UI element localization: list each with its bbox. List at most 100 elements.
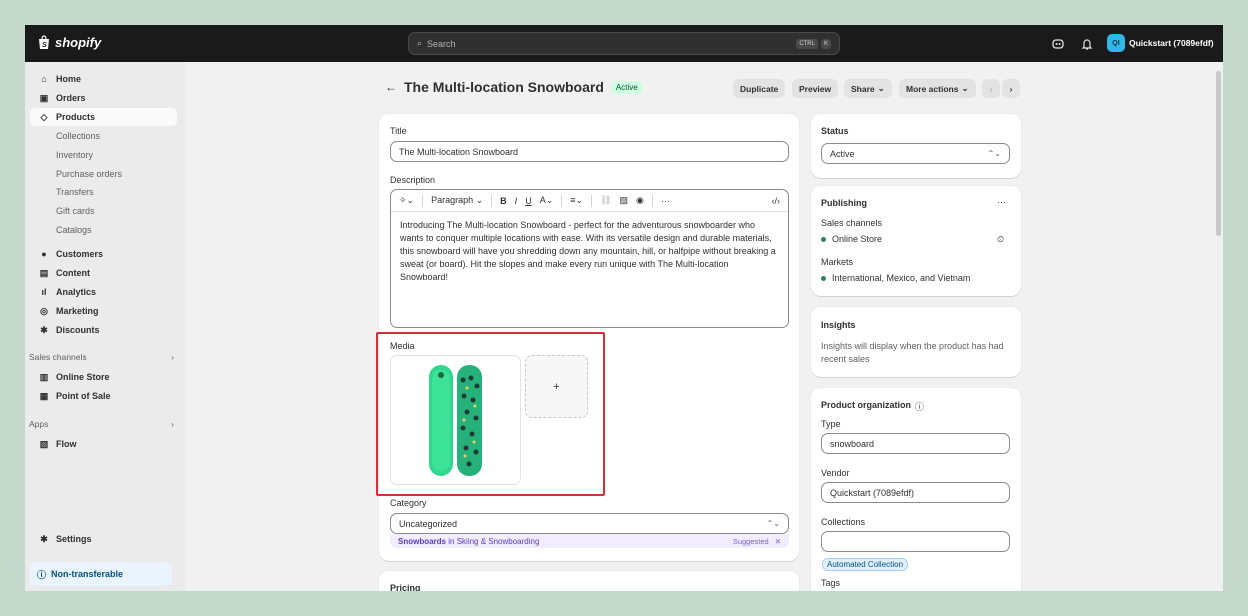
preview-button[interactable]: Preview xyxy=(792,79,839,98)
sidebar-item-collections[interactable]: Collections xyxy=(30,127,177,145)
apps-header[interactable]: Apps › xyxy=(29,419,174,429)
markets-label: Markets xyxy=(821,257,854,267)
pricing-label: Pricing xyxy=(390,583,421,591)
non-transferable-banner[interactable]: ⓘ Non-transferable xyxy=(30,562,172,586)
logo-text: shopify xyxy=(55,35,102,50)
insights-text: Insights will display when the product h… xyxy=(821,341,1004,364)
info-icon[interactable]: ⓘ xyxy=(915,400,924,413)
shopify-bag-icon: S xyxy=(39,35,49,49)
button-label: Share xyxy=(851,83,875,94)
more-icon[interactable]: ··· xyxy=(997,197,1006,207)
video-icon[interactable]: ◉ xyxy=(636,195,644,206)
next-product-button[interactable]: › xyxy=(1002,79,1020,98)
online-store-channel: Online Store xyxy=(821,234,882,244)
sidebar-item-customers[interactable]: ● Customers xyxy=(30,245,177,263)
code-icon[interactable]: ‹/› xyxy=(772,196,781,206)
collection-pill[interactable]: Automated Collection xyxy=(822,558,909,571)
sidekick-icon[interactable] xyxy=(1051,37,1065,51)
sidebar-item-inventory[interactable]: Inventory xyxy=(30,146,177,164)
sales-channels-header[interactable]: Sales channels › xyxy=(29,352,174,362)
sidebar-item-purchase-orders[interactable]: Purchase orders xyxy=(30,165,177,183)
paragraph-select[interactable]: Paragraph ⌄ xyxy=(431,195,483,206)
sidebar-item-label: Catalogs xyxy=(56,225,92,235)
align-icon[interactable]: ≡⌄ xyxy=(570,195,583,206)
italic-icon[interactable]: I xyxy=(515,196,518,206)
sidebar-item-label: Collections xyxy=(56,131,101,141)
sidebar-item-orders[interactable]: ▣ Orders xyxy=(30,89,177,107)
close-icon[interactable]: ✕ xyxy=(775,537,781,546)
orders-icon: ▣ xyxy=(39,92,49,103)
button-label: More actions xyxy=(906,83,959,94)
text-color-icon[interactable]: A⌄ xyxy=(540,195,554,206)
sidebar-item-online-store[interactable]: ▥ Online Store xyxy=(30,368,177,386)
toolbar-divider xyxy=(561,194,563,207)
sidebar-item-point-of-sale[interactable]: ▦ Point of Sale xyxy=(30,387,177,405)
more-icon[interactable]: ··· xyxy=(661,196,670,206)
sidebar-item-home[interactable]: ⌂ Home xyxy=(30,70,177,88)
category-value: Uncategorized xyxy=(399,518,458,529)
publishing-label: Publishing xyxy=(821,198,867,208)
duplicate-button[interactable]: Duplicate xyxy=(733,79,786,98)
section-label: Apps xyxy=(29,419,49,429)
svg-text:S: S xyxy=(42,42,47,49)
more-actions-button[interactable]: More actions ⌄ xyxy=(899,79,976,98)
sidebar-item-discounts[interactable]: ✱ Discounts xyxy=(30,321,177,339)
status-dot xyxy=(821,275,826,281)
category-suggestion[interactable]: Snowboards in Skiing & Snowboarding Sugg… xyxy=(390,534,789,548)
chevron-right-icon: › xyxy=(1009,83,1013,94)
page-header: ← The Multi-location Snowboard Active xyxy=(385,79,643,95)
sidebar-item-label: Transfers xyxy=(56,187,94,197)
flow-icon: ▧ xyxy=(39,438,49,449)
description-editor[interactable]: Introducing The Multi-location Snowboard… xyxy=(390,211,789,328)
sidebar-item-gift-cards[interactable]: Gift cards xyxy=(30,202,177,220)
store-name: Quickstart (7089efdf) xyxy=(1129,38,1214,48)
sidebar-item-marketing[interactable]: ◎ Marketing xyxy=(30,302,177,320)
bell-icon[interactable] xyxy=(1080,37,1094,51)
shopify-logo[interactable]: S shopify xyxy=(37,35,101,50)
product-organization-header: Product organization ⓘ xyxy=(821,400,924,413)
magic-icon[interactable]: ✧⌄ xyxy=(399,195,414,206)
search-bar[interactable]: ⌕ Search CTRL K xyxy=(408,32,840,55)
tags-label: Tags xyxy=(821,578,841,588)
banner-label: Non-transferable xyxy=(51,569,124,579)
suggested-category: Snowboards in Skiing & Snowboarding xyxy=(398,537,539,546)
store-menu[interactable]: QI Quickstart (7089efdf) xyxy=(1107,34,1214,52)
link-icon[interactable]: ⛓ xyxy=(600,195,611,206)
sidebar-item-products[interactable]: ◇ Products xyxy=(30,108,177,126)
chevron-right-icon: › xyxy=(171,419,174,429)
title-input[interactable]: The Multi-location Snowboard xyxy=(390,141,789,162)
toolbar-divider xyxy=(591,194,593,207)
previous-product-button[interactable]: ‹ xyxy=(982,79,1000,98)
sidebar-item-flow[interactable]: ▧ Flow xyxy=(30,435,177,453)
image-icon[interactable]: ▨ xyxy=(619,195,628,206)
sidebar-item-settings[interactable]: ✱ Settings xyxy=(30,530,177,548)
category-select[interactable]: Uncategorized ⌃⌄ xyxy=(390,513,789,534)
share-button[interactable]: Share ⌄ xyxy=(844,79,892,98)
underline-icon[interactable]: U xyxy=(525,196,532,206)
sidebar-item-label: Gift cards xyxy=(56,206,95,216)
sidebar-item-content[interactable]: ▤ Content xyxy=(30,264,177,282)
sidebar-item-label: Discounts xyxy=(56,325,100,335)
sidebar-item-catalogs[interactable]: Catalogs xyxy=(30,221,177,239)
home-icon: ⌂ xyxy=(41,74,47,84)
sidebar-item-transfers[interactable]: Transfers xyxy=(30,183,177,201)
rich-text-toolbar: ✧⌄ Paragraph ⌄ B I U A⌄ ≡⌄ ⛓ ▨ ◉ ··· ‹/› xyxy=(390,189,789,212)
title-label: Title xyxy=(390,126,407,136)
collections-input[interactable] xyxy=(821,531,1010,552)
back-arrow-icon[interactable]: ← xyxy=(385,80,397,94)
type-input[interactable]: snowboard xyxy=(821,433,1010,454)
type-label: Type xyxy=(821,419,841,429)
search-shortcut: CTRL K xyxy=(796,38,831,49)
pos-icon: ▦ xyxy=(39,390,49,401)
suggestion-meta: Suggested ✕ xyxy=(733,537,781,546)
scrollbar-thumb[interactable] xyxy=(1216,71,1221,236)
vendor-label: Vendor xyxy=(821,468,850,478)
status-select[interactable]: Active ⌃⌄ xyxy=(821,143,1010,164)
schedule-icon[interactable]: ⏲ xyxy=(997,234,1004,245)
vendor-input[interactable]: Quickstart (7089efdf) xyxy=(821,482,1010,503)
sidebar-item-label: Online Store xyxy=(56,372,110,382)
select-chevron-icon: ⌃⌄ xyxy=(766,519,780,528)
bold-icon[interactable]: B xyxy=(500,196,507,206)
sidebar-item-analytics[interactable]: ıl Analytics xyxy=(30,283,177,301)
page-scrollbar[interactable] xyxy=(1214,62,1223,591)
